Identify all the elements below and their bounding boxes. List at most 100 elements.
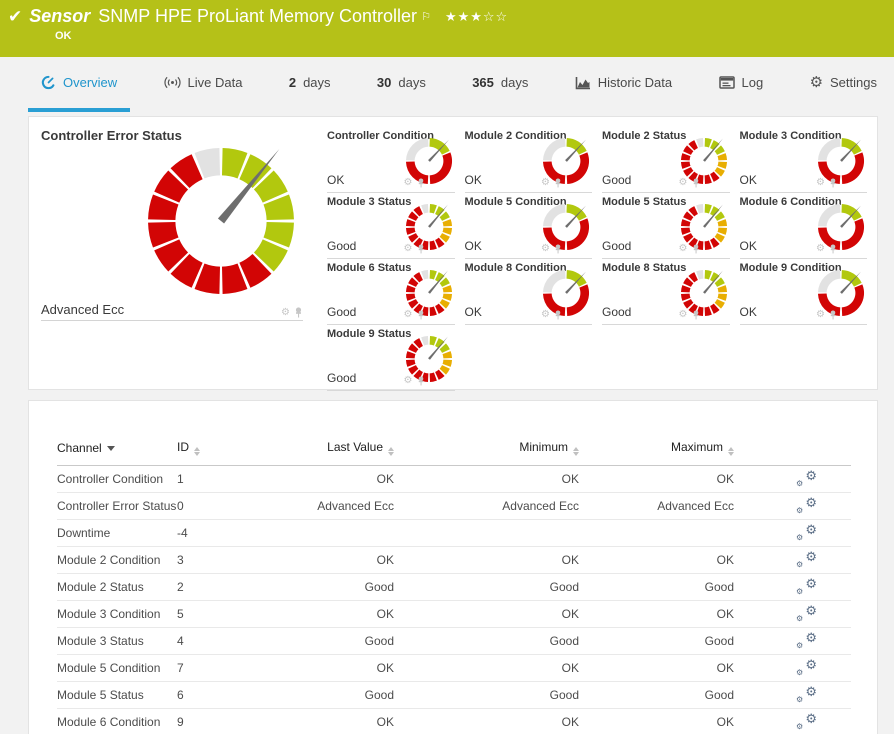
gauge-value: Good [327,305,357,319]
gauge-pin-icon[interactable] [554,178,562,188]
channel-row: Module 3 Condition 5 OK OK OK ⚙ ⚙ [57,600,851,628]
gauge-cell: Module 8 Status Good ⚙ [602,259,730,325]
channel-maximum-cell: Advanced Ecc [579,492,734,520]
channel-name-cell: Module 2 Condition [57,546,177,574]
sort-icon [388,447,394,456]
tab-log[interactable]: Log [706,57,777,112]
tab-365-days[interactable]: 365 days [459,57,541,112]
gauge-settings-gear-icon[interactable]: ⚙ [816,244,825,254]
channel-row: Module 6 Condition 9 OK OK OK ⚙ ⚙ [57,708,851,734]
channel-minimum-cell: Good [394,573,579,601]
gauge-pin-icon[interactable] [829,178,837,188]
gauge-settings-gear-icon[interactable]: ⚙ [679,244,688,254]
tab-historic-data[interactable]: Historic Data [562,57,685,112]
overview-gauges-panel: Controller Error Status Advanced Ecc ⚙ C… [28,116,878,391]
tab-30-days[interactable]: 30 days [364,57,439,112]
gauge-cell: Module 6 Condition OK ⚙ [739,193,867,259]
channel-name-cell: Controller Error Status [57,492,177,520]
channel-name-cell: Downtime [57,519,177,547]
gauge-settings-gear-icon[interactable]: ⚙ [404,178,413,188]
channel-lastvalue-cell: OK [309,465,394,493]
tab-overview[interactable]: Overview [28,57,131,112]
sort-desc-icon [106,446,115,451]
gauge-settings-gear-icon[interactable]: ⚙ [816,310,825,320]
channel-id-cell: 7 [177,654,309,682]
gauge-settings-gear-icon[interactable]: ⚙ [679,310,688,320]
featured-gauge-cell: Controller Error Status Advanced Ecc ⚙ [29,117,315,321]
channel-row: Module 2 Condition 3 OK OK OK ⚙ ⚙ [57,546,851,574]
gauge-value: OK [464,239,482,253]
column-header-maximum[interactable]: Maximum [579,434,734,466]
gauge-cell: Module 8 Condition OK ⚙ [464,259,592,325]
gauge-icon [41,75,56,90]
gauge-settings-gear-icon[interactable]: ⚙ [281,307,290,318]
gauge-pin-icon[interactable] [829,244,837,254]
channel-settings-gears-icon[interactable]: ⚙ ⚙ [795,576,817,596]
gauge-pin-icon[interactable] [554,244,562,254]
channel-settings-gears-icon[interactable]: ⚙ ⚙ [795,603,817,623]
channel-name-cell: Module 6 Condition [57,708,177,734]
gauge-pin-icon[interactable] [829,310,837,320]
channel-minimum-cell: Advanced Ecc [394,492,579,520]
gauge-pin-icon[interactable] [294,307,303,318]
gauge-settings-gear-icon[interactable]: ⚙ [404,310,413,320]
column-header-minimum[interactable]: Minimum [394,434,579,466]
priority-stars[interactable]: ★★★☆☆ [445,9,508,25]
channel-settings-gears-icon[interactable]: ⚙ ⚙ [795,684,817,704]
channels-table-header-row: Channel ID Last Value Minimum Maximum [57,434,851,466]
channel-settings-gears-icon[interactable]: ⚙ ⚙ [795,711,817,731]
channel-minimum-cell: OK [394,708,579,734]
gauge-value: OK [464,173,482,187]
gauge-pin-icon[interactable] [417,310,425,320]
channel-settings-gears-icon[interactable]: ⚙ ⚙ [795,495,817,515]
ok-check-icon: ✔ [8,6,23,26]
gauge-cell: Module 9 Status Good ⚙ [327,325,455,391]
channel-lastvalue-cell: OK [309,546,394,574]
channel-name-cell: Module 2 Status [57,573,177,601]
channel-minimum-cell: OK [394,600,579,628]
gauge-settings-gear-icon[interactable]: ⚙ [404,376,413,386]
channel-settings-gears-icon[interactable]: ⚙ ⚙ [795,657,817,677]
channel-settings-gears-icon[interactable]: ⚙ ⚙ [795,468,817,488]
channel-minimum-cell [394,519,579,547]
gauge-pin-icon[interactable] [692,244,700,254]
channel-name-cell: Module 3 Condition [57,600,177,628]
channel-maximum-cell: OK [579,465,734,493]
gauge-settings-gear-icon[interactable]: ⚙ [541,178,550,188]
gauge-pin-icon[interactable] [417,376,425,386]
channel-lastvalue-cell: OK [309,708,394,734]
gauge-settings-gear-icon[interactable]: ⚙ [404,244,413,254]
column-header-last-value[interactable]: Last Value [309,434,394,466]
gauge-settings-gear-icon[interactable]: ⚙ [541,244,550,254]
channel-lastvalue-cell: Good [309,681,394,709]
channel-settings-gears-icon[interactable]: ⚙ ⚙ [795,549,817,569]
gauge-settings-gear-icon[interactable]: ⚙ [816,178,825,188]
channel-id-cell: 3 [177,546,309,574]
tab-live-data[interactable]: Live Data [151,57,256,112]
gauge-pin-icon[interactable] [554,310,562,320]
gauge-pin-icon[interactable] [417,178,425,188]
gauge-settings-gear-icon[interactable]: ⚙ [679,178,688,188]
channel-minimum-cell: OK [394,546,579,574]
gauge-pin-icon[interactable] [692,310,700,320]
gauge-pin-icon[interactable] [417,244,425,254]
tab-settings[interactable]: ⚙ Settings [797,57,890,112]
flag-icon[interactable]: ⚐ [421,10,431,23]
channel-row: Module 5 Condition 7 OK OK OK ⚙ ⚙ [57,654,851,682]
channel-settings-gears-icon[interactable]: ⚙ ⚙ [795,630,817,650]
gauge-pin-icon[interactable] [692,178,700,188]
channel-id-cell: 1 [177,465,309,493]
sensor-status-bar: ✔ Sensor SNMP HPE ProLiant Memory Contro… [0,0,894,57]
channel-minimum-cell: Good [394,681,579,709]
tab-2-days[interactable]: 2 days [276,57,344,112]
channel-name-cell: Module 5 Condition [57,654,177,682]
gauge-value: OK [739,173,757,187]
gear-icon: ⚙ [809,74,824,91]
gauge-settings-gear-icon[interactable]: ⚙ [541,310,550,320]
channels-table-body: Controller Condition 1 OK OK OK ⚙ ⚙ Contr… [57,465,851,734]
channel-settings-gears-icon[interactable]: ⚙ ⚙ [795,522,817,542]
column-header-channel[interactable]: Channel [57,434,177,466]
channel-maximum-cell: OK [579,708,734,734]
column-header-id[interactable]: ID [177,434,309,466]
gauge-cell: Module 5 Status Good ⚙ [602,193,730,259]
